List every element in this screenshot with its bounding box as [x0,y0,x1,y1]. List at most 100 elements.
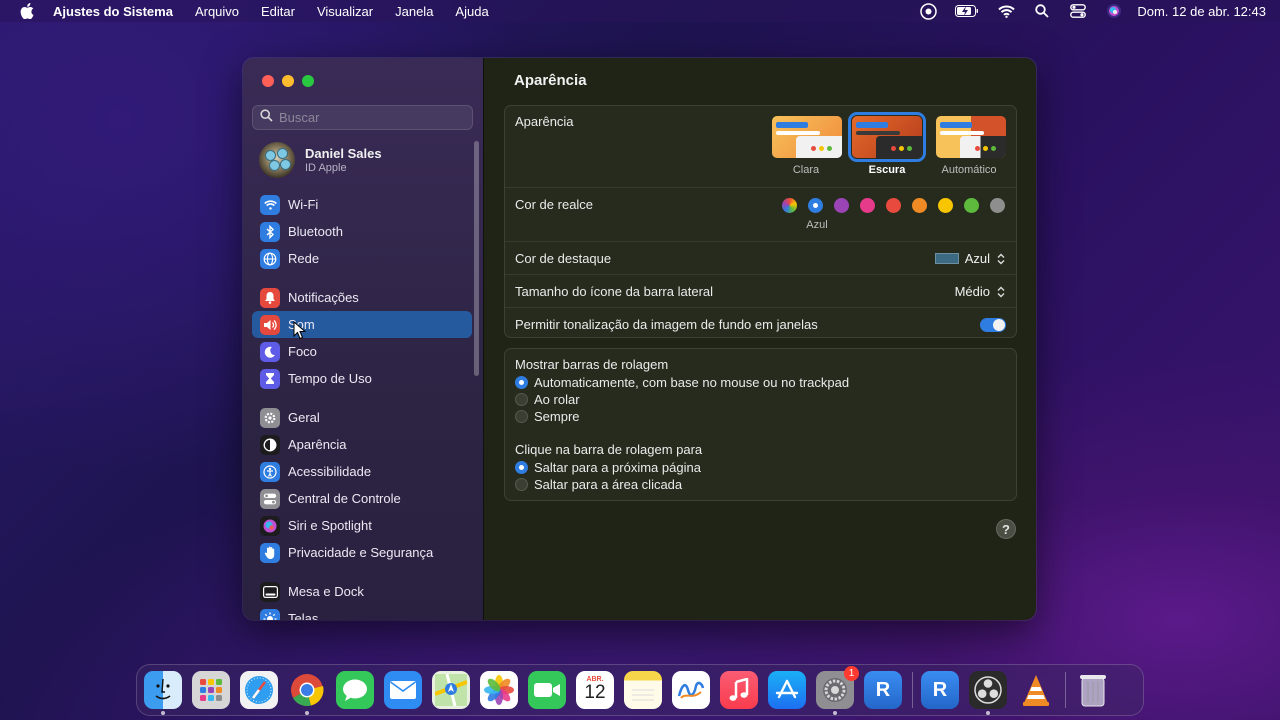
freeform-icon[interactable] [672,671,710,709]
sidebar-item-acessibilidade[interactable]: Acessibilidade [252,458,472,485]
accent-multicolor-swatch[interactable] [782,198,797,213]
radio-button[interactable] [515,478,528,491]
launchpad-icon[interactable] [192,671,230,709]
click-scrollbar-option-next-page[interactable]: Saltar para a próxima página [515,460,701,475]
appearance-option-auto[interactable] [936,116,1006,158]
mail-icon[interactable] [384,671,422,709]
menu-visualizar[interactable]: Visualizar [317,4,373,19]
wallpaper-tinting-toggle[interactable] [980,318,1006,332]
facetime-icon[interactable] [528,671,566,709]
safari-icon[interactable] [240,671,278,709]
accent-yellow-swatch[interactable] [938,198,953,213]
sidebar-item-telas[interactable]: Telas [252,605,472,620]
notes-icon[interactable] [624,671,662,709]
apple-id-profile[interactable]: Daniel Sales ID Apple [259,142,382,178]
radio-button[interactable] [515,376,528,389]
control-center-icon[interactable] [1069,3,1087,19]
settings-window: Daniel Sales ID Apple Wi-Fi Bluetooth [243,58,1036,620]
radio-button[interactable] [515,461,528,474]
accent-blue-swatch[interactable] [808,198,823,213]
search-field[interactable] [252,105,473,130]
screen-share-icon[interactable] [919,2,937,20]
menu-editar[interactable]: Editar [261,4,295,19]
menu-app-name[interactable]: Ajustes do Sistema [53,4,173,19]
settings-icon[interactable]: 1 [816,666,859,715]
close-button[interactable] [262,75,274,87]
scrollbars-option-auto[interactable]: Automaticamente, com base no mouse ou no… [515,375,849,390]
sidebar-item-som[interactable]: Som [252,311,472,338]
search-input[interactable] [279,110,459,125]
appearance-settings-group: Aparência Clara Escura Automático Cor de… [504,105,1017,338]
menu-clock[interactable]: Dom. 12 de abr. 12:43 [1137,4,1266,19]
sidebar-item-mesa-e-dock[interactable]: Mesa e Dock [252,578,472,605]
sidebar-icon-size-popup[interactable]: Médio [955,284,1006,299]
obs-icon[interactable] [969,671,1007,715]
accent-red-swatch[interactable] [886,198,901,213]
accent-green-swatch[interactable] [964,198,979,213]
sidebar-item-rede[interactable]: Rede [252,245,472,272]
photos-icon[interactable] [480,671,518,709]
sidebar-item-aparencia[interactable]: Aparência [252,431,472,458]
scrollbar-settings-group: Mostrar barras de rolagem Automaticament… [504,348,1017,501]
wifi-icon[interactable] [997,3,1015,19]
moon-icon [260,341,280,362]
sidebar-item-siri-e-spotlight[interactable]: Siri e Spotlight [252,512,472,539]
sidebar-item-label: Siri e Spotlight [288,518,372,533]
sidebar-item-label: Telas [288,611,319,620]
sidebar-item-notificacoes[interactable]: Notificações [252,284,472,311]
dock-icon [260,581,280,602]
radio-button[interactable] [515,410,528,423]
menu-janela[interactable]: Janela [395,4,433,19]
dock-separator [912,672,913,708]
minimize-button[interactable] [282,75,294,87]
hand-icon [260,542,280,563]
siri-icon[interactable] [1105,3,1123,19]
battery-charging-icon[interactable] [955,3,979,19]
appearance-option-dark[interactable] [848,112,926,162]
dock: ABR. 12 1 R R [136,664,1144,716]
sidebar-scrollbar[interactable] [474,141,479,376]
music-icon[interactable] [720,671,758,709]
chrome-icon[interactable] [288,671,326,715]
appearance-row: Aparência Clara Escura Automático [505,106,1016,188]
calendar-icon[interactable]: ABR. 12 [576,671,614,709]
remote-icon[interactable]: R [864,671,902,709]
zoom-button[interactable] [302,75,314,87]
radio-label: Sempre [534,409,580,424]
accent-pink-swatch[interactable] [860,198,875,213]
sidebar-list: Wi-Fi Bluetooth Rede Notificações Som Fo… [252,191,472,620]
sidebar-item-tempo-de-uso[interactable]: Tempo de Uso [252,365,472,392]
highlight-color-popup[interactable]: Azul [934,251,1006,266]
profile-subtitle: ID Apple [305,162,347,174]
menu-ajuda[interactable]: Ajuda [455,4,488,19]
help-button[interactable]: ? [996,519,1016,539]
accent-purple-swatch[interactable] [834,198,849,213]
appearance-option-light[interactable] [772,116,842,158]
speaker-icon [260,314,280,335]
apple-menu-icon[interactable] [19,3,35,19]
appstore-icon[interactable] [768,671,806,709]
scrollbars-option-scrolling[interactable]: Ao rolar [515,392,580,407]
messages-icon[interactable] [336,671,374,709]
click-scrollbar-option-clicked-area[interactable]: Saltar para a área clicada [515,477,682,492]
remote-icon[interactable]: R [921,671,959,709]
sidebar-item-privacidade-e-seguranca[interactable]: Privacidade e Segurança [252,539,472,566]
accent-graphite-swatch[interactable] [990,198,1005,213]
scrollbars-option-always[interactable]: Sempre [515,409,580,424]
vlc-icon[interactable] [1017,671,1055,709]
sidebar-item-geral[interactable]: Geral [252,404,472,431]
search-icon[interactable] [1033,3,1051,19]
accent-orange-swatch[interactable] [912,198,927,213]
menu-arquivo[interactable]: Arquivo [195,4,239,19]
appearance-label: Aparência [515,114,574,129]
finder-icon[interactable] [144,671,182,715]
trash-icon[interactable] [1074,671,1112,709]
sidebar-item-central-de-controle[interactable]: Central de Controle [252,485,472,512]
maps-icon[interactable] [432,671,470,709]
radio-label: Ao rolar [534,392,580,407]
sidebar-item-wifi[interactable]: Wi-Fi [252,191,472,218]
radio-button[interactable] [515,393,528,406]
sidebar-item-foco[interactable]: Foco [252,338,472,365]
sidebar-item-bluetooth[interactable]: Bluetooth [252,218,472,245]
wallpaper-tinting-label: Permitir tonalização da imagem de fundo … [515,317,818,332]
